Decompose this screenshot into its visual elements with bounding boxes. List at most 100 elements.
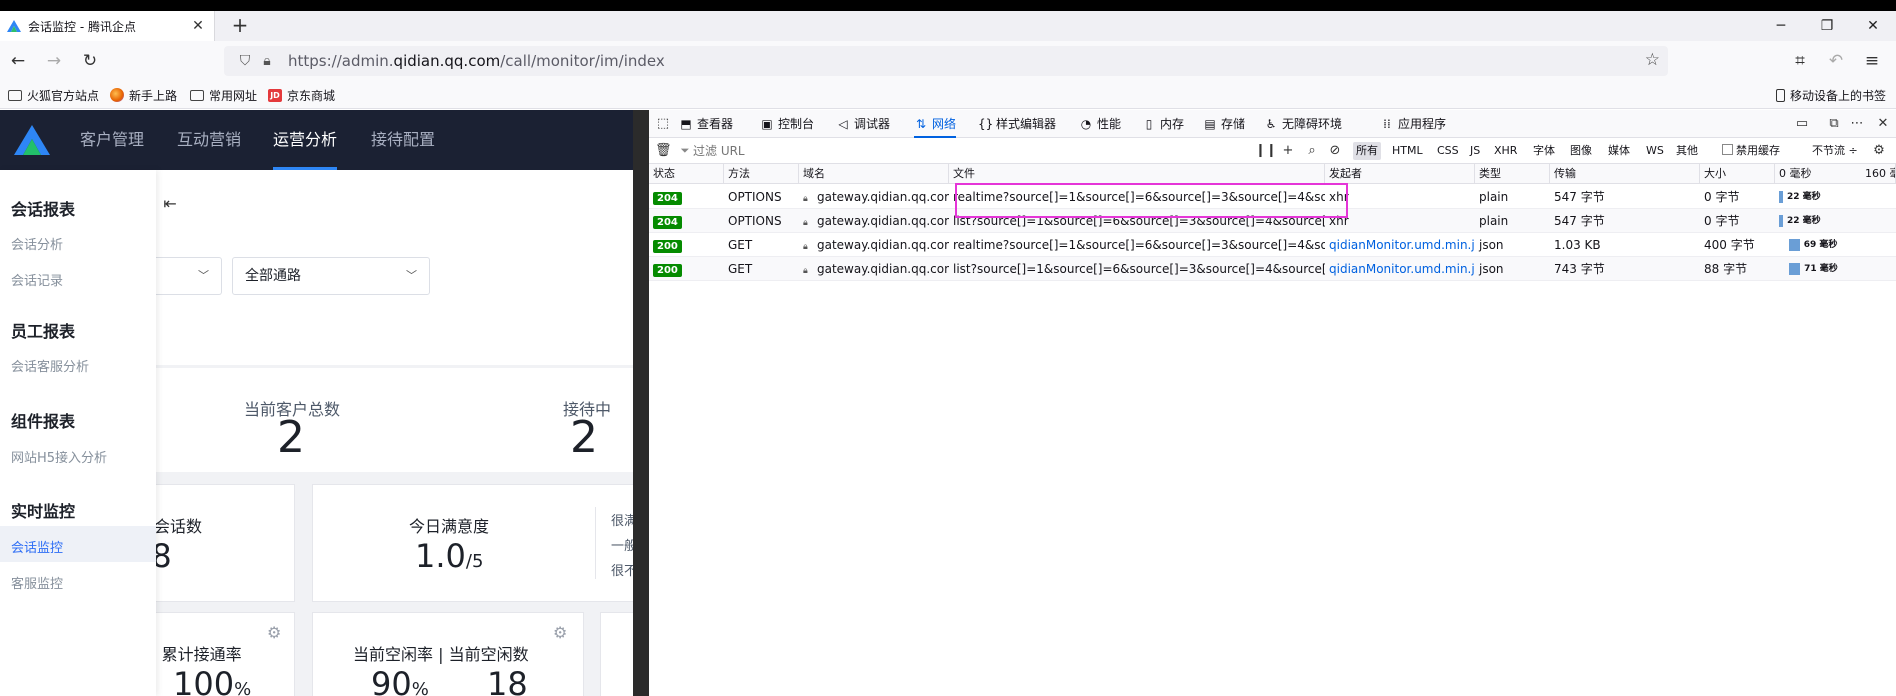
menu-item-session-records[interactable]: 会话记录 [11, 270, 63, 289]
filter-type-css[interactable]: CSS [1434, 142, 1462, 160]
menu-group-session-report: 会话报表 [11, 200, 76, 219]
bookmark-jd[interactable]: JD 京东商城 [268, 86, 335, 104]
gear-icon[interactable]: ⚙ [553, 623, 567, 642]
cell-type: plain [1479, 190, 1509, 204]
tab-console[interactable]: ▣ 控制台 [760, 110, 814, 138]
performance-icon: ◔ [1080, 117, 1092, 131]
nav-operation-analysis[interactable]: 运营分析 [273, 110, 338, 170]
search-icon[interactable]: ⌕ [1304, 143, 1320, 159]
bookmark-firefox-site[interactable]: 火狐官方站点 [8, 86, 99, 104]
cell-initiator[interactable]: qidianMonitor.umd.min.j... [1325, 233, 1475, 257]
col-type[interactable]: 类型 [1475, 164, 1550, 184]
menu-item-agent-monitor[interactable]: 客服监控 [11, 573, 63, 592]
add-icon[interactable]: + [1280, 143, 1296, 159]
network-row[interactable]: 200 GET 🔒︎ gateway.qidian.qq.com list?source… [649, 257, 1896, 281]
card-satisfaction-value: 1.0/5 [415, 537, 484, 575]
settings-gear-icon[interactable]: ⚙ [1871, 143, 1887, 159]
forward-icon[interactable]: → [42, 49, 66, 73]
filter-type-other[interactable]: 其他 [1673, 142, 1701, 160]
trash-icon[interactable]: 🗑︎ [655, 143, 672, 159]
tab-performance[interactable]: ◔ 性能 [1079, 110, 1121, 138]
filter-type-xhr[interactable]: XHR [1491, 142, 1520, 160]
menu-item-staff-analysis[interactable]: 会话客服分析 [11, 356, 89, 375]
sidebar-collapse-icon[interactable]: ⇤ [156, 186, 184, 222]
url-bar[interactable]: ⛉ 🔒︎ https://admin.qidian.qq.com/call/mo… [224, 46, 1668, 76]
filter-type-ws[interactable]: WS [1643, 142, 1667, 160]
network-row[interactable]: 204 OPTIONS 🔒︎ gateway.qidian.qq.com realtim… [649, 185, 1896, 209]
screen: 会话监控 - 腾讯企点 ✕ + ─ ❐ ✕ ← → ↻ ⛉ 🔒︎ https:/… [0, 0, 1896, 696]
bookmark-star-icon[interactable]: ☆ [1645, 50, 1660, 70]
cell-initiator[interactable]: qidianMonitor.umd.min.j... [1325, 257, 1475, 281]
menu-group-realtime-monitor: 实时监控 [11, 502, 76, 521]
bookmark-common-sites[interactable]: 常用网址 [190, 86, 257, 104]
window-close-icon[interactable]: ✕ [1850, 11, 1896, 41]
filter-type-font[interactable]: 字体 [1530, 142, 1558, 160]
side-menu: 会话报表 会话分析 会话记录 员工报表 会话客服分析 组件报表 网站H5接入分析… [0, 170, 156, 696]
lock-icon[interactable]: 🔒︎ [256, 53, 278, 69]
tab-close-icon[interactable]: ✕ [190, 18, 206, 34]
network-row[interactable]: 200 GET 🔒︎ gateway.qidian.qq.com realtime?so… [649, 233, 1896, 257]
col-file[interactable]: 文件 [949, 164, 1325, 184]
cell-status: 200 [649, 257, 724, 281]
minimize-icon[interactable]: ─ [1758, 11, 1804, 41]
waterfall-bar [1779, 191, 1783, 203]
nav-bar: ← → ↻ ⛉ 🔒︎ https://admin.qidian.qq.com/c… [0, 41, 1896, 81]
col-status[interactable]: 状态 [649, 164, 724, 184]
new-tab-icon[interactable]: + [228, 14, 252, 38]
tab-application[interactable]: ⁞⁞ 应用程序 [1380, 110, 1446, 138]
disable-cache-toggle[interactable]: 禁用缓存 [1719, 142, 1783, 160]
col-domain[interactable]: 域名 [799, 164, 949, 184]
col-timeline[interactable]: 0 毫秒160 毫 [1775, 164, 1896, 184]
checkbox[interactable] [1722, 144, 1733, 155]
filter-type-html[interactable]: HTML [1389, 142, 1426, 160]
filter-type-js[interactable]: JS [1467, 142, 1483, 160]
cell-file: list?source[]=1&source[]=6&source[]=3&so… [953, 262, 1325, 276]
dock-icon[interactable]: ▭ [1794, 116, 1810, 132]
devtools-close-icon[interactable]: ✕ [1875, 116, 1891, 132]
tab-network[interactable]: ⇅ 网络 [914, 110, 957, 138]
tab-accessibility[interactable]: ♿︎ 无障碍环境 [1264, 110, 1342, 138]
crop-icon[interactable]: ⌗ [1788, 49, 1812, 73]
lock-icon: 🔒︎ [803, 266, 808, 276]
nav-interactive-marketing[interactable]: 互动营销 [177, 110, 241, 170]
col-initiator[interactable]: 发起者 [1325, 164, 1475, 184]
bookmark-getting-started[interactable]: 新手上路 [110, 86, 177, 104]
browser-tab[interactable]: 会话监控 - 腾讯企点 ✕ [0, 11, 215, 41]
col-size[interactable]: 大小 [1700, 164, 1775, 184]
bookmark-mobile[interactable]: 移动设备上的书签 [1776, 86, 1886, 104]
menu-icon[interactable]: ≡ [1860, 49, 1884, 73]
undo-icon[interactable]: ↶ [1824, 49, 1848, 73]
menu-item-h5-analysis[interactable]: 网站H5接入分析 [11, 447, 107, 466]
pause-icon[interactable]: ❙❙ [1255, 143, 1277, 159]
top-black-strip [0, 0, 1896, 11]
restore-icon[interactable]: ❐ [1804, 11, 1850, 41]
chevron-down-icon: ﹀ [406, 269, 417, 282]
network-row[interactable]: 204 OPTIONS 🔒︎ gateway.qidian.qq.com list?so… [649, 209, 1896, 233]
gear-icon[interactable]: ⚙ [267, 623, 281, 642]
tab-memory[interactable]: ▯ 内存 [1142, 110, 1184, 138]
throttle-select[interactable]: 不节流 ÷ [1809, 142, 1861, 160]
tab-debugger[interactable]: ◁ 调试器 [836, 110, 890, 138]
split-console-icon[interactable]: ⧉ [1826, 116, 1842, 132]
tab-inspector[interactable]: ⬒ 查看器 [679, 110, 733, 138]
tab-storage[interactable]: ▤ 存储 [1203, 110, 1245, 138]
col-method[interactable]: 方法 [724, 164, 799, 184]
element-picker-icon[interactable]: ⬚ [655, 116, 671, 132]
nav-customer-management[interactable]: 客户管理 [80, 110, 144, 170]
channel-select[interactable]: 全部通路 ﹀ [232, 257, 430, 295]
filter-type-media[interactable]: 媒体 [1605, 142, 1633, 160]
more-options-icon[interactable]: ⋯ [1849, 116, 1865, 132]
filter-type-image[interactable]: 图像 [1567, 142, 1595, 160]
back-icon[interactable]: ← [6, 49, 30, 73]
menu-item-session-monitor[interactable]: 会话监控 [11, 537, 63, 556]
block-icon[interactable]: ⊘ [1327, 143, 1343, 159]
filter-type-all[interactable]: 所有 [1353, 142, 1381, 160]
url-filter-input[interactable] [693, 141, 1213, 161]
nav-reception-config[interactable]: 接待配置 [371, 110, 435, 170]
menu-item-session-analysis[interactable]: 会话分析 [11, 234, 63, 253]
reload-icon[interactable]: ↻ [78, 49, 102, 73]
col-transfer[interactable]: 传输 [1550, 164, 1700, 184]
shield-icon[interactable]: ⛉ [234, 53, 256, 69]
tab-style-editor[interactable]: {} 样式编辑器 [978, 110, 1056, 138]
firefox-icon [110, 88, 124, 102]
